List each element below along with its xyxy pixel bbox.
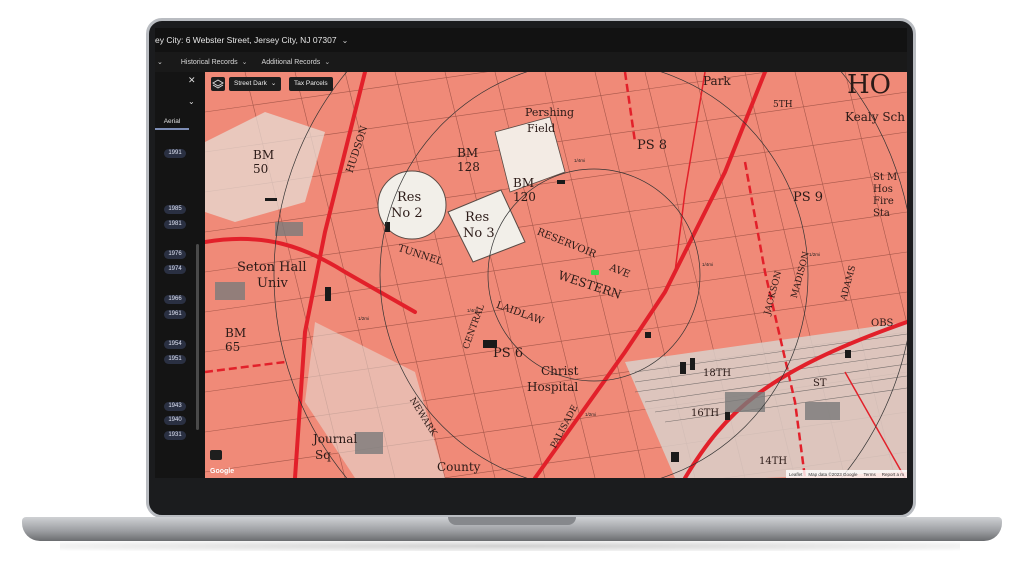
year-button-1981[interactable]: 1981	[164, 220, 186, 229]
map-label: Park	[703, 74, 731, 88]
map-label: St M Hos Fire Sta	[873, 172, 898, 219]
map-label: Journal	[313, 432, 358, 446]
map-label: Res	[465, 210, 490, 225]
ring-label: 1/4mi	[702, 262, 714, 267]
map-label: OBS	[871, 318, 894, 329]
app-screen: ey City: 6 Webster Street, Jersey City, …	[155, 28, 907, 478]
laptop-shadow	[60, 541, 960, 551]
map-label: 18TH	[703, 368, 732, 379]
map-label: Univ	[257, 276, 288, 291]
map-label: Christ	[541, 364, 579, 378]
map-label: No 2	[391, 206, 423, 221]
year-button-1976[interactable]: 1976	[164, 250, 186, 259]
map-data-text: Map data ©2023 Google	[808, 471, 858, 477]
map-label: BM 128	[457, 146, 480, 174]
map-attribution: Leaflet Map data ©2023 Google Terms Repo…	[785, 470, 907, 478]
sidebar: ✕ ⌄ Aerial 1991 1985 1981 1976 1974 1966…	[155, 72, 205, 478]
year-button-1943[interactable]: 1943	[164, 402, 186, 411]
map-label: Res	[397, 190, 422, 205]
ring-label: 1/2mi	[809, 252, 821, 257]
close-icon[interactable]: ✕	[188, 75, 196, 86]
terms-link[interactable]: Terms	[863, 472, 875, 477]
chevron-down-icon[interactable]: ⌄	[157, 58, 163, 66]
chevron-down-icon[interactable]: ⌄	[342, 36, 349, 45]
tax-parcels-button[interactable]: Tax Parcels	[289, 77, 333, 91]
tax-parcels-label: Tax Parcels	[294, 80, 328, 87]
map-label: Field	[527, 122, 556, 135]
leaflet-link[interactable]: Leaflet	[789, 472, 803, 477]
chevron-down-icon: ⌄	[241, 59, 248, 66]
menu-item-label: Additional Records	[261, 58, 321, 66]
basemap-label: Street Dark	[234, 80, 267, 87]
year-button-1961[interactable]: 1961	[164, 310, 186, 319]
location-marker[interactable]	[591, 270, 599, 275]
year-button-1985[interactable]: 1985	[164, 205, 186, 214]
chevron-down-icon: ⌄	[324, 59, 331, 66]
map-label: No 3	[463, 226, 495, 241]
laptop-notch	[448, 517, 576, 525]
year-button-1966[interactable]: 1966	[164, 295, 186, 304]
map-label: Hospital	[527, 380, 579, 394]
map-label: HO	[847, 72, 891, 100]
map-view[interactable]: Street Dark ⌄ Tax Parcels Pershing Field…	[205, 72, 907, 478]
map-label: Sq	[315, 448, 331, 462]
ring-label: 1/4mi	[574, 158, 586, 163]
year-button-1940[interactable]: 1940	[164, 416, 186, 425]
report-link[interactable]: Report a m	[882, 472, 904, 477]
chevron-down-icon: ⌄	[270, 80, 277, 87]
map-label: BM 50	[253, 148, 275, 176]
year-button-1991[interactable]: 1991	[164, 149, 186, 158]
ring-label: 1/4mi	[467, 308, 479, 313]
sidebar-scrollbar[interactable]	[196, 244, 199, 430]
menu-item-label: Historical Records	[180, 58, 238, 66]
map-label: Kealy Sch	[845, 110, 905, 124]
map-label: 16TH	[691, 408, 720, 419]
map-label: Seton Hall	[237, 260, 307, 275]
map-label: ST	[813, 378, 827, 389]
tab-aerial[interactable]: Aerial	[155, 118, 189, 130]
map-label: PS 8	[637, 138, 668, 153]
year-button-1954[interactable]: 1954	[164, 340, 186, 349]
map-label: PS 6	[493, 346, 524, 361]
map-label: PS 9	[793, 190, 824, 205]
address-bar[interactable]: ey City: 6 Webster Street, Jersey City, …	[155, 28, 907, 52]
address-text: ey City: 6 Webster Street, Jersey City, …	[155, 35, 337, 45]
menu-historical-records[interactable]: Historical Records ⌄	[180, 58, 248, 67]
ring-label: 1/2mi	[358, 316, 370, 321]
map-label: BM 120	[513, 176, 536, 204]
google-logo: Google	[210, 468, 235, 475]
map-label: Pershing	[525, 106, 575, 119]
chevron-down-icon[interactable]: ⌄	[188, 97, 195, 106]
basemap-select[interactable]: Street Dark ⌄	[229, 77, 282, 91]
map-label: County	[437, 460, 481, 474]
map-label: 5TH	[773, 100, 793, 110]
map-label: BM 65	[225, 326, 247, 354]
ring-label: 1/2mi	[585, 412, 597, 417]
year-button-1931[interactable]: 1931	[164, 431, 186, 440]
fullscreen-icon[interactable]	[210, 450, 222, 460]
menu-bar: ⌄ Historical Records ⌄ Additional Record…	[155, 52, 907, 73]
map-label: 14TH	[759, 456, 788, 467]
year-button-1951[interactable]: 1951	[164, 355, 186, 364]
layers-icon[interactable]	[211, 77, 225, 91]
menu-additional-records[interactable]: Additional Records ⌄	[261, 58, 331, 67]
year-button-1974[interactable]: 1974	[164, 265, 186, 274]
